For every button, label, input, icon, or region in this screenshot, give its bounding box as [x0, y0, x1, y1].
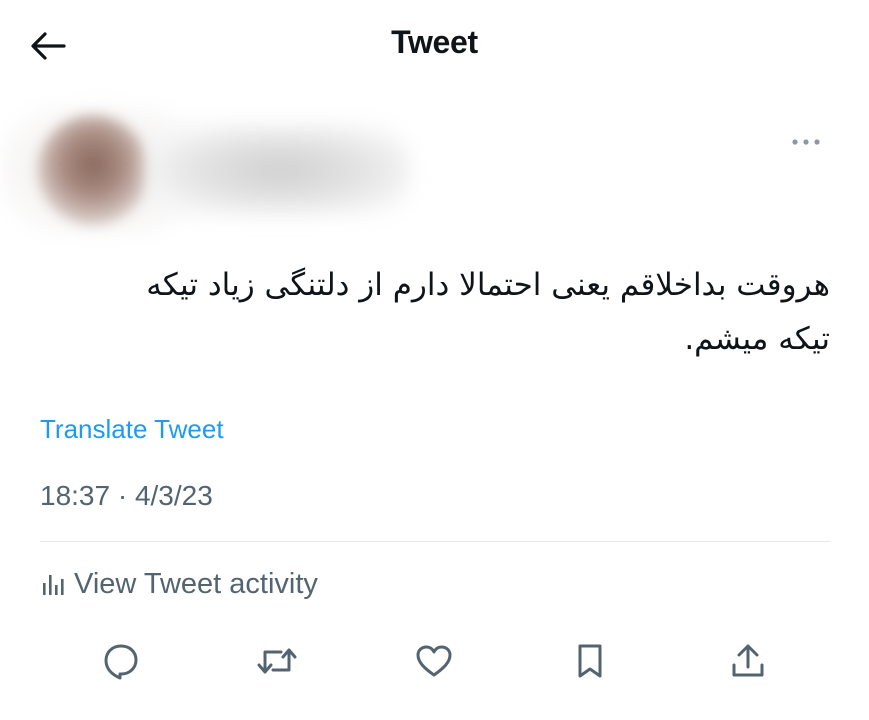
- tweet-timestamp[interactable]: 18:37 · 4/3/23: [40, 480, 213, 512]
- more-options-button[interactable]: [786, 130, 826, 154]
- bookmark-button[interactable]: [565, 636, 615, 686]
- more-dots-icon: [792, 139, 820, 145]
- reply-button[interactable]: [96, 636, 146, 686]
- tweet-actions: [0, 636, 869, 686]
- retweet-button[interactable]: [252, 636, 302, 686]
- share-button[interactable]: [723, 636, 773, 686]
- analytics-icon: [43, 575, 64, 595]
- bookmark-icon: [578, 644, 602, 678]
- view-tweet-activity-button[interactable]: View Tweet activity: [40, 564, 318, 604]
- tweet-text-line: هروقت بداخلاقم یعنی احتمالا دارم از دلتن…: [146, 267, 830, 303]
- retweet-icon: [257, 648, 297, 674]
- tweet-text: هروقت بداخلاقم یعنی احتمالا دارم از دلتن…: [80, 258, 830, 366]
- translate-tweet-link[interactable]: Translate Tweet: [40, 414, 224, 445]
- author-name-blurred[interactable]: [150, 125, 410, 215]
- page-title: Tweet: [391, 24, 478, 60]
- divider: [40, 541, 830, 542]
- heart-icon: [416, 645, 452, 677]
- reply-icon: [104, 644, 138, 680]
- share-icon: [732, 644, 764, 677]
- tweet-text-line: تیکه میشم.: [684, 321, 830, 357]
- top-bar: Tweet: [0, 0, 869, 92]
- tweet-author[interactable]: [0, 95, 869, 235]
- like-button[interactable]: [409, 636, 459, 686]
- avatar[interactable]: [38, 115, 148, 225]
- view-tweet-activity-label: View Tweet activity: [74, 567, 318, 600]
